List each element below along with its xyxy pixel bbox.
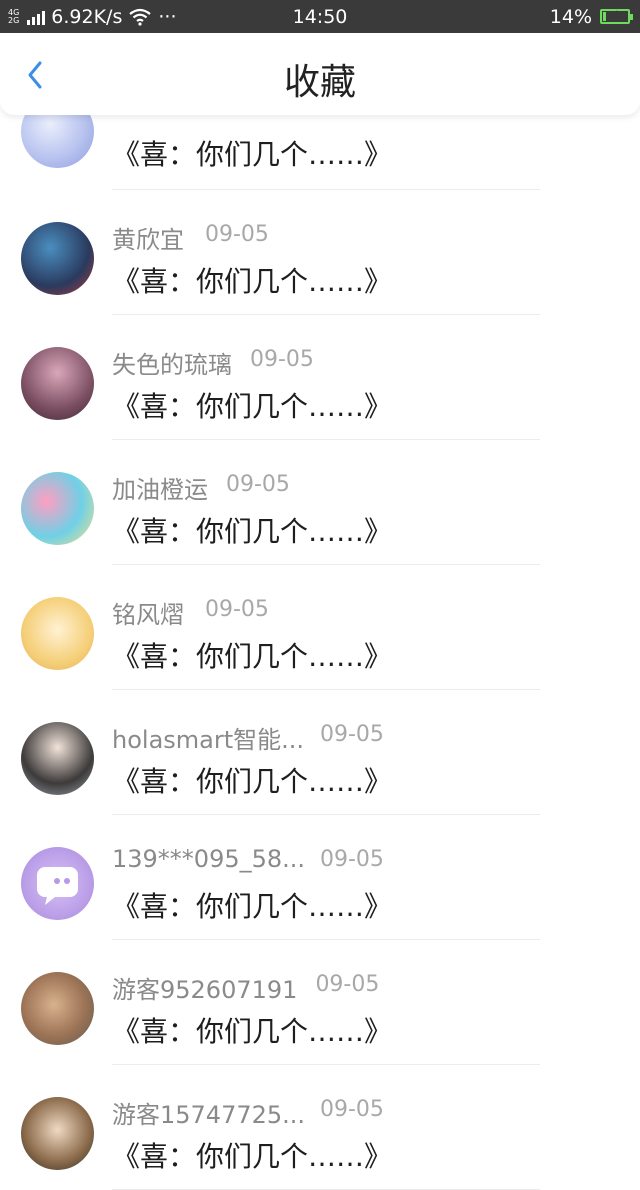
message-text: 《喜：你们几个……》 [112, 1015, 393, 1048]
message-text: 《喜：你们几个……》 [112, 1140, 393, 1173]
user-name: 铭风熠 [112, 601, 184, 629]
list-item[interactable]: holasmart智能... 09-05 《喜：你们几个……》 [0, 690, 640, 815]
list-item[interactable]: 139***095_58... 09-05 《喜：你们几个……》 [0, 815, 640, 940]
avatar[interactable] [21, 847, 94, 920]
message-text: 《喜：你们几个……》 [112, 138, 393, 171]
post-date: 09-05 [320, 1097, 384, 1122]
avatar[interactable] [21, 1097, 94, 1170]
chat-bubble-icon [37, 867, 78, 905]
user-name: 黄欣宜 [112, 226, 184, 254]
battery-fill [603, 12, 607, 21]
user-name: holasmart智能... [112, 726, 305, 754]
user-name: 139***095_58... [112, 845, 306, 873]
charging-bolt-icon: ⚡ [610, 8, 619, 22]
favorites-list: 《喜：你们几个……》 黄欣宜 09-05 《喜：你们几个……》 失色的琉璃 09-05 《喜… [0, 85, 640, 1190]
post-date: 09-05 [315, 972, 380, 997]
header-bar: 收藏 [0, 33, 640, 115]
avatar[interactable] [21, 222, 94, 295]
status-bar: 4G 2G 6.92K/s ··· 14:50 14% ⚡ [0, 0, 640, 33]
post-date: 09-05 [320, 722, 384, 747]
avatar[interactable] [21, 597, 94, 670]
message-text: 《喜：你们几个……》 [112, 265, 393, 298]
message-text: 《喜：你们几个……》 [112, 640, 393, 673]
avatar[interactable] [21, 347, 94, 420]
list-item[interactable]: 铭风熠 09-05 《喜：你们几个……》 [0, 565, 640, 690]
message-text: 《喜：你们几个……》 [112, 515, 393, 548]
list-item[interactable]: 游客952607191 09-05 《喜：你们几个……》 [0, 940, 640, 1065]
list-item[interactable]: 游客15747725... 09-05 《喜：你们几个……》 [0, 1065, 640, 1190]
post-date: 09-05 [320, 847, 384, 872]
post-date: 09-05 [226, 472, 290, 497]
avatar[interactable] [21, 972, 94, 1045]
clock: 14:50 [292, 6, 348, 28]
list-item[interactable]: 黄欣宜 09-05 《喜：你们几个……》 [0, 190, 640, 315]
page-title: 收藏 [283, 62, 356, 103]
battery-percent: 14% [549, 5, 592, 28]
list-item[interactable]: 加油橙运 09-05 《喜：你们几个……》 [0, 440, 640, 565]
user-name: 游客952607191 [112, 976, 298, 1004]
message-text: 《喜：你们几个……》 [112, 890, 393, 923]
message-text: 《喜：你们几个……》 [112, 765, 393, 798]
post-date: 09-05 [250, 347, 314, 372]
message-text: 《喜：你们几个……》 [112, 390, 393, 423]
post-date: 09-05 [205, 597, 269, 622]
user-name: 加油橙运 [112, 476, 208, 504]
avatar[interactable] [21, 472, 94, 545]
user-name: 游客15747725... [112, 1101, 306, 1129]
status-right: 14% ⚡ [549, 0, 633, 33]
post-date: 09-05 [205, 222, 269, 247]
battery-icon: ⚡ [600, 8, 633, 24]
list-item[interactable]: 失色的琉璃 09-05 《喜：你们几个……》 [0, 315, 640, 440]
user-name: 失色的琉璃 [112, 351, 232, 379]
avatar[interactable] [21, 722, 94, 795]
